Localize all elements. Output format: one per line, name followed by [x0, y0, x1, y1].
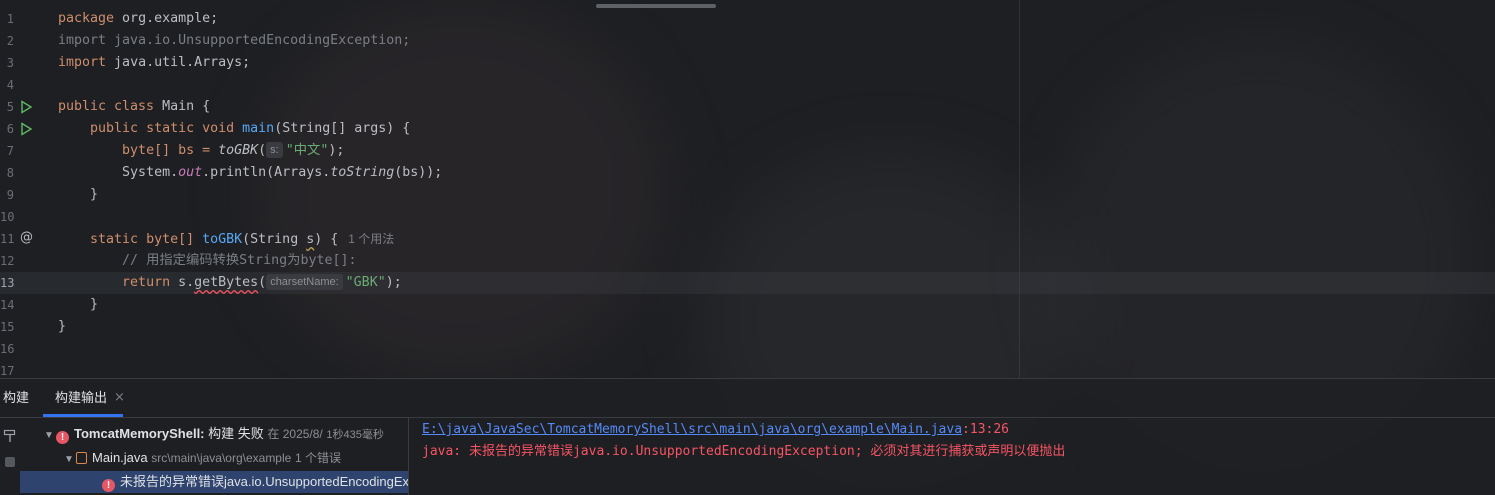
- line-number: 16: [0, 342, 15, 356]
- close-icon[interactable]: ×: [114, 379, 125, 417]
- error-icon: !: [56, 431, 69, 444]
- code-line[interactable]: 5 public class Main {: [0, 96, 1495, 118]
- usages-at-icon[interactable]: @: [20, 231, 34, 245]
- parameter-hint: charsetName:: [266, 274, 343, 290]
- line-number: 7: [6, 144, 14, 158]
- line-number: 5: [6, 100, 14, 114]
- code-line[interactable]: 3 import java.util.Arrays;: [0, 52, 1495, 74]
- build-tree: ▼! TomcatMemoryShell: 构建 失败 在 2025/8/ 1秒4…: [20, 418, 409, 495]
- tree-item-file[interactable]: ▼ Main.java src\main\java\org\example 1 个…: [64, 447, 341, 469]
- line-number: 1: [6, 12, 14, 26]
- line-number: 13: [0, 276, 15, 290]
- code-line[interactable]: 4: [0, 74, 1495, 96]
- code-line-current[interactable]: 13 return s.getBytes(charsetName: "GBK");: [0, 272, 1495, 294]
- code-text: byte[] bs = toGBK(s: "中文");: [122, 142, 345, 158]
- build-toolbar: [0, 418, 20, 495]
- line-number: 3: [6, 56, 14, 70]
- code-line[interactable]: 15 }: [0, 316, 1495, 338]
- chevron-down-icon[interactable]: ▼: [64, 449, 76, 471]
- line-number: 15: [0, 320, 15, 334]
- error-highlight[interactable]: getBytes: [194, 275, 258, 290]
- tab-build[interactable]: 构建: [3, 379, 29, 417]
- build-panel: 构建 构建输出 × ▼! TomcatMemoryShell: 构建 失败 在 2…: [0, 378, 1495, 495]
- code-text: System.out.println(Arrays.toString(bs));: [122, 165, 443, 180]
- line-number: 14: [0, 298, 15, 312]
- code-line[interactable]: 14 }: [0, 294, 1495, 316]
- code-line[interactable]: 7 byte[] bs = toGBK(s: "中文");: [0, 140, 1495, 162]
- tree-item-error[interactable]: ! 未报告的异常错误java.io.UnsupportedEncodingExce: [20, 471, 408, 493]
- line-number: 11: [0, 232, 15, 246]
- usage-count-hint[interactable]: 1 个用法: [348, 232, 394, 246]
- line-number: 12: [0, 254, 15, 268]
- code-text: import java.util.Arrays;: [58, 55, 251, 70]
- unused-import-text: import java.io.UnsupportedEncodingExcept…: [58, 33, 411, 48]
- code-text: public class Main {: [58, 99, 211, 114]
- code-line[interactable]: 8 System.out.println(Arrays.toString(bs)…: [0, 162, 1495, 184]
- build-tab-bar: 构建 构建输出 ×: [0, 379, 1495, 418]
- code-text: static byte[] toGBK(String s) {1 个用法: [90, 232, 395, 247]
- code-line[interactable]: 16: [0, 338, 1495, 360]
- file-path-link[interactable]: E:\java\JavaSec\TomcatMemoryShell\src\ma…: [422, 422, 962, 437]
- code-line[interactable]: 11 @ static byte[] toGBK(String s) {1 个用…: [0, 228, 1495, 250]
- code-comment: // 用指定编码转换String为byte[]:: [122, 253, 357, 268]
- tree-item-project[interactable]: ▼! TomcatMemoryShell: 构建 失败 在 2025/8/ 1秒4…: [44, 423, 384, 445]
- tab-build-output[interactable]: 构建输出: [42, 379, 124, 417]
- hammer-icon[interactable]: [3, 429, 17, 443]
- line-number: 4: [6, 78, 14, 92]
- code-text: package org.example;: [58, 11, 219, 26]
- line-number: 8: [6, 166, 14, 180]
- code-line[interactable]: 12 // 用指定编码转换String为byte[]:: [0, 250, 1495, 272]
- code-text: // 用指定编码转换String为byte[]:: [58, 250, 357, 272]
- output-path-line: E:\java\JavaSec\TomcatMemoryShell\src\ma…: [422, 422, 1010, 437]
- code-line[interactable]: 2 import java.io.UnsupportedEncodingExce…: [0, 30, 1495, 52]
- line-number: 2: [6, 34, 14, 48]
- line-number: 10: [0, 210, 15, 224]
- code-text: return s.getBytes(charsetName: "GBK");: [122, 274, 402, 290]
- run-icon[interactable]: [19, 122, 33, 136]
- code-text: }: [90, 297, 99, 312]
- code-line[interactable]: 6 public static void main(String[] args)…: [0, 118, 1495, 140]
- code-text: }: [90, 187, 99, 202]
- run-icon[interactable]: [19, 100, 33, 114]
- code-line[interactable]: 10: [0, 206, 1495, 228]
- build-output-console[interactable]: E:\java\JavaSec\TomcatMemoryShell\src\ma…: [410, 418, 1495, 495]
- line-number: 17: [0, 364, 15, 378]
- stop-icon[interactable]: [5, 457, 15, 467]
- line-number: 6: [6, 122, 14, 136]
- code-text: public static void main(String[] args) {: [90, 121, 411, 136]
- chevron-down-icon[interactable]: ▼: [44, 425, 56, 447]
- code-text: }: [58, 319, 67, 334]
- output-error-line: java: 未报告的异常错误java.io.UnsupportedEncodin…: [422, 444, 1066, 459]
- code-editor[interactable]: 1 package org.example; 2 import java.io.…: [0, 0, 1495, 378]
- code-line[interactable]: 1 package org.example;: [0, 8, 1495, 30]
- file-icon: [76, 452, 87, 464]
- code-line[interactable]: 17: [0, 360, 1495, 378]
- line-number: 9: [6, 188, 14, 202]
- parameter-hint: s:: [266, 142, 283, 158]
- code-line[interactable]: 9 }: [0, 184, 1495, 206]
- error-icon: !: [102, 479, 115, 492]
